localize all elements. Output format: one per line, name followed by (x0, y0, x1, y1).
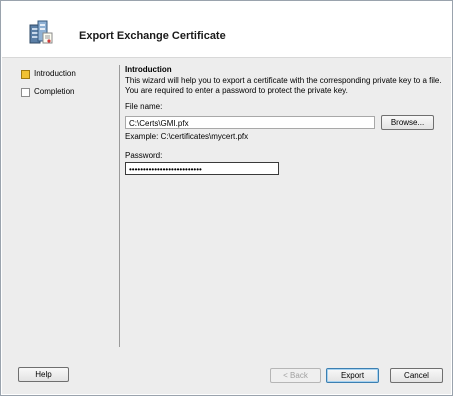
password-label: Password: (125, 151, 163, 160)
description-text: This wizard will help you to export a ce… (125, 76, 442, 95)
wizard-body (2, 58, 451, 394)
step-label: Completion (34, 87, 75, 96)
steps-divider (119, 65, 120, 347)
wizard-header: Export Exchange Certificate (2, 2, 451, 58)
step-label: Introduction (34, 69, 76, 78)
wizard-window: Export Exchange Certificate Introduction… (0, 0, 453, 396)
browse-button[interactable]: Browse... (381, 115, 434, 130)
help-button[interactable]: Help (18, 367, 69, 382)
section-title: Introduction (125, 65, 172, 74)
step-active-indicator-icon (21, 70, 30, 79)
back-button[interactable]: < Back (270, 368, 321, 383)
certificate-server-icon (29, 20, 53, 44)
export-button[interactable]: Export (326, 368, 379, 383)
file-name-input[interactable]: C:\Certs\GMI.pfx (125, 116, 375, 129)
cancel-button[interactable]: Cancel (390, 368, 443, 383)
file-name-label: File name: (125, 102, 163, 111)
password-field[interactable]: •••••••••••••••••••••••••• (125, 162, 279, 175)
wizard-title: Export Exchange Certificate (79, 30, 226, 42)
step-inactive-indicator-icon (21, 88, 30, 97)
example-text: Example: C:\certificates\mycert.pfx (125, 132, 249, 141)
